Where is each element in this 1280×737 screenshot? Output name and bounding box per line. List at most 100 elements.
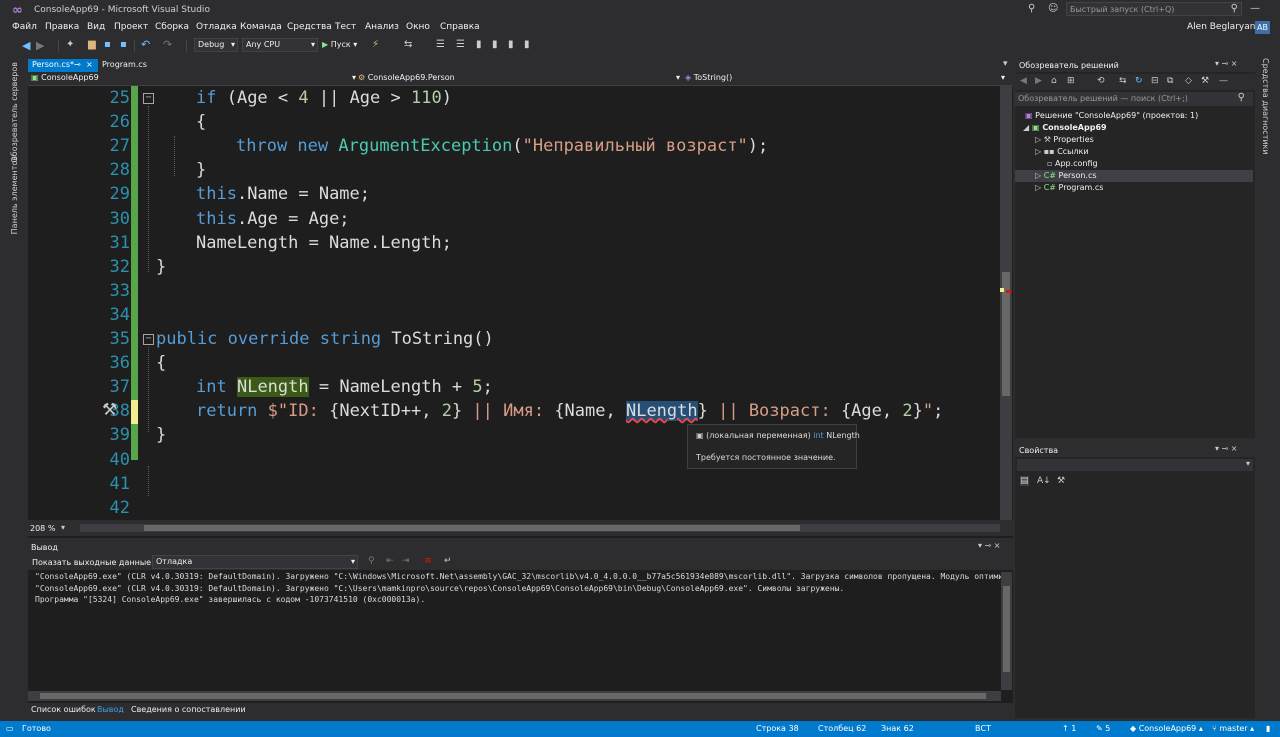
open-icon[interactable]: ▆ <box>88 39 96 50</box>
platform-select[interactable]: Any CPU ▾ <box>242 38 318 52</box>
user-name[interactable]: Alen Beglaryan <box>1187 22 1255 32</box>
quick-actions-icon[interactable]: ⚒ <box>102 400 117 420</box>
output-vscrollbar[interactable] <box>1001 572 1012 690</box>
config-select[interactable]: Debug ▾ <box>194 38 238 52</box>
tree-item-project[interactable]: ◢ ▣ ConsoleApp69 <box>1023 123 1107 132</box>
menu-analyze[interactable]: Анализ <box>365 22 399 32</box>
code-line[interactable]: public override string ToString() <box>156 329 494 349</box>
diagnostic-tools-tab[interactable]: Средства диагностики <box>1261 58 1270 155</box>
tab-error-list[interactable]: Список ошибок <box>31 705 96 714</box>
output-hscroll-thumb[interactable] <box>40 693 986 699</box>
expand-icon[interactable]: ◢ <box>1023 123 1029 132</box>
menu-file[interactable]: Файл <box>12 22 37 32</box>
categorized-icon[interactable]: ▤ <box>1020 476 1029 486</box>
code-line[interactable]: { <box>196 112 206 132</box>
sol-properties-icon[interactable]: ⚒ <box>1201 76 1209 86</box>
sol-collapse-icon[interactable]: ⊟ <box>1151 76 1159 86</box>
code-line[interactable]: } <box>156 425 166 445</box>
output-source-select[interactable]: Отладка ▾ <box>152 555 358 569</box>
menu-tools[interactable]: Средства <box>287 22 332 32</box>
tab-program-cs[interactable]: Program.cs <box>98 59 151 72</box>
repo-project[interactable]: ◆ ConsoleApp69 ▴ <box>1130 724 1203 733</box>
save-icon[interactable]: ▪ <box>104 39 111 50</box>
code-line[interactable]: throw new ArgumentException("Неправильны… <box>236 136 768 156</box>
word-wrap-icon[interactable]: ↵ <box>444 556 452 566</box>
next-message-icon[interactable]: ⇥ <box>402 556 410 566</box>
undo-icon[interactable]: ↶ <box>141 38 150 51</box>
notifications-icon[interactable]: ▮ <box>1266 724 1270 733</box>
collapsed-arrow-icon[interactable]: ▷ <box>1035 171 1041 180</box>
sol-refresh-icon[interactable]: ↻ <box>1135 76 1143 86</box>
sol-history-icon[interactable]: ⟲ <box>1097 76 1105 86</box>
project-dropdown[interactable]: ▣ ConsoleApp69 ▾ <box>31 73 356 85</box>
new-project-icon[interactable]: ✦ <box>66 39 74 50</box>
horizontal-scrollbar[interactable] <box>80 524 1000 532</box>
bookmark-icon[interactable]: ▮ <box>476 39 482 50</box>
save-all-icon[interactable]: ▪ <box>120 39 127 50</box>
tree-item-program-cs[interactable]: ▷ C# Program.cs <box>1035 183 1103 192</box>
menu-project[interactable]: Проект <box>114 22 148 32</box>
menu-test[interactable]: Тест <box>335 22 356 32</box>
code-line[interactable]: } <box>196 160 206 180</box>
server-explorer-tab[interactable]: Обозреватель серверов <box>10 62 19 163</box>
pin-icon[interactable]: ⊸ <box>74 60 81 69</box>
menu-build[interactable]: Сборка <box>155 22 189 32</box>
push-count[interactable]: ↑ 1 <box>1062 724 1076 733</box>
fold-toggle[interactable]: − <box>143 93 154 104</box>
tab-mapping-info[interactable]: Сведения о сопоставлении <box>131 705 246 714</box>
menu-edit[interactable]: Правка <box>45 22 79 32</box>
solution-search-input[interactable]: Обозреватель решений — поиск (Ctrl+;) ⚲ <box>1015 92 1253 106</box>
sol-back-icon[interactable]: ◀ <box>1020 76 1027 86</box>
code-line[interactable]: this.Age = Age; <box>196 209 350 229</box>
collapsed-arrow-icon[interactable]: ▷ <box>1035 183 1041 192</box>
code-line[interactable]: return $"ID: {NextID++, 2} || Имя: {Name… <box>196 401 943 422</box>
sol-more-icon[interactable]: — <box>1219 76 1228 86</box>
zoom-dropdown-icon[interactable]: ▾ <box>61 523 65 532</box>
code-line[interactable]: { <box>156 353 166 373</box>
start-button[interactable]: ▶ Пуск ▾ <box>322 40 357 49</box>
pending-changes[interactable]: ✎ 5 <box>1096 724 1110 733</box>
menu-help[interactable]: Справка <box>440 22 480 32</box>
find-icon[interactable]: ⚲ <box>368 556 375 566</box>
menu-team[interactable]: Команда <box>240 22 282 32</box>
feedback-icon[interactable]: ☺ <box>1048 3 1058 14</box>
code-line[interactable]: this.Name = Name; <box>196 184 370 204</box>
sol-switch-views-icon[interactable]: ⊞ <box>1067 76 1075 86</box>
fold-toggle-tostring[interactable]: − <box>143 334 154 345</box>
toolbox-tab[interactable]: Панель элементов <box>10 156 19 234</box>
sol-sync-icon[interactable]: ⇆ <box>1119 76 1127 86</box>
code-line[interactable]: int NLength = NameLength + 5; <box>196 377 493 398</box>
menu-view[interactable]: Вид <box>87 22 105 32</box>
editor-vertical-scrollbar[interactable] <box>1000 86 1012 520</box>
code-line[interactable]: if (Age < 4 || Age > 110) <box>196 88 452 108</box>
output-menu-icon[interactable]: ▾ ⊸ × <box>978 541 1001 550</box>
avatar[interactable]: AB <box>1255 21 1270 34</box>
tab-person-cs[interactable]: Person.cs* ⊸ × <box>28 59 98 72</box>
sol-show-all-icon[interactable]: ⧉ <box>1167 76 1173 86</box>
bookmark-prev-icon[interactable]: ▮ <box>492 39 498 50</box>
output-hscrollbar[interactable] <box>28 691 1001 701</box>
sol-forward-icon[interactable]: ▶ <box>1035 76 1042 86</box>
tree-item-references[interactable]: ▷ ▪▪ Ссылки <box>1035 147 1089 156</box>
property-pages-icon[interactable]: ⚒ <box>1057 476 1065 486</box>
properties-object-select[interactable]: ▾ <box>1017 459 1253 471</box>
menu-debug[interactable]: Отладка <box>196 22 237 32</box>
output-vscroll-thumb[interactable] <box>1003 586 1010 672</box>
attach-icon[interactable]: ⚡ <box>372 39 379 50</box>
tree-item-properties[interactable]: ▷ ⚒ Properties <box>1035 135 1094 144</box>
tab-output[interactable]: Вывод <box>97 705 124 714</box>
back-icon[interactable]: ◀ <box>22 39 30 52</box>
hscroll-thumb[interactable] <box>144 525 800 531</box>
tree-item-app-config[interactable]: ▫ App.config <box>1047 159 1098 168</box>
collapsed-arrow-icon[interactable]: ▷ <box>1035 135 1041 144</box>
tab-list-dropdown-icon[interactable]: ▾ <box>1003 59 1008 69</box>
collapsed-arrow-icon[interactable]: ▷ <box>1035 147 1041 156</box>
code-line[interactable]: } <box>156 257 166 277</box>
prev-message-icon[interactable]: ⇤ <box>386 556 394 566</box>
solution-menu-icon[interactable]: ▾ ⊸ × <box>1215 59 1238 68</box>
tree-item-solution[interactable]: ▣ Решение "ConsoleApp69" (проектов: 1) <box>1025 111 1198 120</box>
close-icon[interactable]: × <box>86 60 93 69</box>
output-text[interactable]: "ConsoleApp69.exe" (CLR v4.0.30319: Defa… <box>28 570 1001 690</box>
properties-menu-icon[interactable]: ▾ ⊸ × <box>1215 444 1238 453</box>
zoom-level[interactable]: 208 % <box>30 524 55 533</box>
